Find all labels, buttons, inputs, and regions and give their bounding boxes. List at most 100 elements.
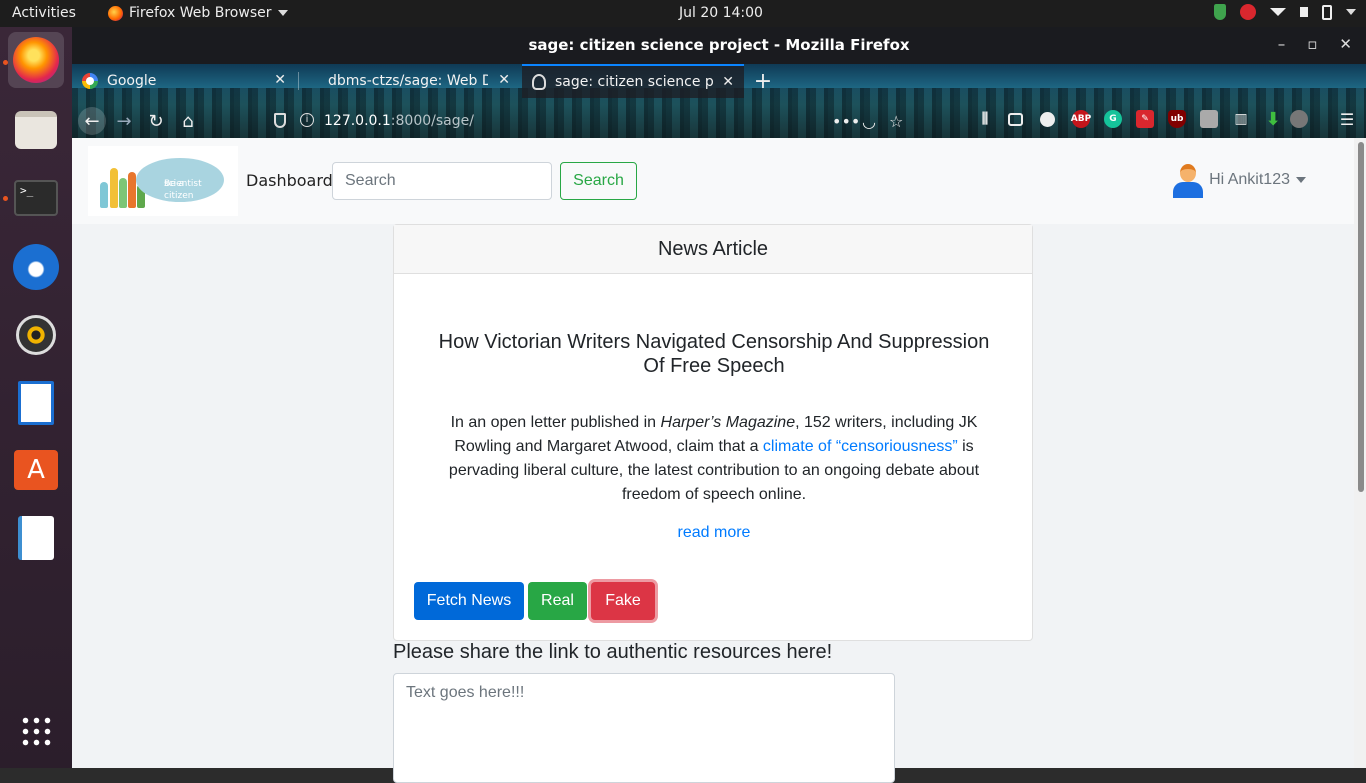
avatar [1171, 162, 1204, 198]
browser-toolbar: Google ✕ dbms-ctzs/sage: Web De ✕ sage: … [72, 64, 1366, 138]
app-menu[interactable]: Firefox Web Browser [108, 5, 288, 21]
bookmark-star-icon[interactable]: ☆ [889, 112, 903, 131]
chevron-down-icon[interactable] [1346, 9, 1356, 15]
maximize-icon[interactable]: ▫ [1307, 35, 1317, 53]
hand-shape [119, 178, 127, 208]
dock-terminal[interactable]: >_ [8, 170, 64, 226]
dock-text-editor[interactable] [8, 510, 64, 566]
scrollbar-thumb[interactable] [1358, 142, 1364, 492]
activities-button[interactable]: Activities [12, 5, 76, 21]
fetch-news-button[interactable]: Fetch News [414, 582, 524, 620]
user-menu[interactable]: Hi Ankit123 [1171, 162, 1306, 198]
show-applications[interactable] [8, 703, 64, 759]
logo-text-line2: scientist [164, 179, 202, 189]
dock-thunderbird[interactable] [8, 239, 64, 295]
tab-google[interactable]: Google ✕ [72, 64, 296, 98]
chevron-down-icon [1296, 177, 1306, 183]
window-title: sage: citizen science project - Mozilla … [528, 36, 910, 54]
battery-icon[interactable] [1322, 4, 1332, 20]
chevron-down-icon [277, 10, 288, 16]
body-italic-text: Harper’s Magazine [660, 414, 796, 431]
title-bar[interactable]: sage: citizen science project - Mozilla … [72, 27, 1366, 64]
page-actions-icon[interactable]: ••• [832, 112, 860, 131]
tab-label: Google [107, 73, 157, 89]
resource-link-textarea[interactable] [393, 673, 895, 783]
page-viewport: Be a citizenscientist Dashboard Search H… [72, 138, 1366, 783]
url-host: 127.0.0.1 [324, 113, 391, 129]
tab-sage[interactable]: sage: citizen science proj ✕ [522, 64, 744, 98]
fake-button[interactable]: Fake [591, 582, 655, 620]
thunderbird-icon [13, 244, 59, 290]
library-icon[interactable]: ⫼ [976, 110, 994, 128]
user-greeting: Hi Ankit123 [1209, 171, 1290, 188]
search-input[interactable] [332, 162, 552, 200]
volume-icon[interactable] [1300, 7, 1308, 17]
firefox-window: sage: citizen science project - Mozilla … [72, 27, 1366, 783]
search-button[interactable]: Search [560, 162, 637, 200]
close-icon[interactable]: ✕ [1339, 35, 1352, 53]
real-button[interactable]: Real [528, 582, 587, 620]
ublock-icon[interactable]: ub [1168, 110, 1186, 128]
body-text: In an open letter published in [450, 414, 661, 431]
url-path: :8000/sage/ [390, 113, 474, 129]
close-tab-icon[interactable]: ✕ [722, 74, 734, 90]
screenshot-icon[interactable] [1200, 110, 1218, 128]
dock-files[interactable] [8, 102, 64, 158]
tab-label: dbms-ctzs/sage: Web De [328, 73, 488, 89]
adblock-icon[interactable]: ABP [1071, 110, 1091, 128]
article-body: In an open letter published in Harper’s … [444, 411, 984, 507]
url-text[interactable]: 127.0.0.1:8000/sage/ [324, 113, 474, 129]
files-icon [15, 111, 57, 149]
read-more-link[interactable]: read more [394, 524, 1034, 542]
site-navbar: Be a citizenscientist Dashboard Search H… [72, 138, 1354, 224]
clock[interactable]: Jul 20 14:00 [679, 5, 763, 21]
mega-icon[interactable] [1240, 4, 1256, 20]
avatar-body [1173, 182, 1204, 198]
minimize-icon[interactable]: – [1278, 35, 1286, 53]
nav-dashboard-link[interactable]: Dashboard [246, 171, 333, 190]
news-article-card: News Article How Victorian Writers Navig… [393, 224, 1033, 641]
reload-icon[interactable]: ↻ [142, 107, 170, 135]
lightbulb-icon [532, 74, 546, 90]
wifi-icon[interactable] [1270, 8, 1286, 16]
logo-badge: Be a citizen scientist [136, 158, 224, 202]
app-grid-icon [20, 715, 52, 747]
back-icon[interactable]: ← [78, 107, 106, 135]
system-tray[interactable] [1214, 4, 1356, 20]
url-bar[interactable]: i 127.0.0.1:8000/sage/ [258, 105, 898, 137]
system-top-bar: Activities Firefox Web Browser Jul 20 14… [0, 0, 1366, 27]
grammarly-icon[interactable]: G [1104, 110, 1122, 128]
writer-icon [18, 381, 54, 425]
software-center-icon: A [14, 450, 58, 490]
sidebar-icon[interactable] [1008, 113, 1023, 126]
dock-libreoffice-writer[interactable] [8, 375, 64, 431]
account-icon[interactable] [1040, 112, 1055, 127]
hand-shape [110, 168, 118, 208]
close-tab-icon[interactable]: ✕ [274, 72, 286, 88]
new-tab-icon[interactable]: + [749, 67, 777, 95]
dock-software[interactable]: A [8, 442, 64, 498]
menu-icon[interactable]: ☰ [1338, 110, 1356, 129]
dock-firefox[interactable] [8, 32, 64, 88]
avatar-head [1180, 164, 1197, 182]
article-inline-link[interactable]: climate of “censoriousness” [763, 438, 958, 455]
tracking-protection-icon[interactable] [274, 113, 286, 128]
pocket-icon[interactable]: ◡ [862, 112, 876, 131]
extension-icon[interactable] [1290, 110, 1308, 128]
hand-shape [128, 172, 136, 208]
rhythmbox-icon [16, 315, 56, 355]
site-logo[interactable]: Be a citizen scientist [88, 146, 238, 216]
text-editor-icon [18, 516, 54, 560]
bars-icon[interactable]: ▥ [1232, 110, 1250, 128]
shield-icon[interactable] [1214, 4, 1226, 20]
forward-icon[interactable]: → [110, 107, 138, 135]
page-scrollbar[interactable] [1354, 138, 1366, 768]
site-info-icon[interactable]: i [300, 113, 314, 127]
download-icon[interactable]: ⬇ [1264, 109, 1282, 130]
tab-github[interactable]: dbms-ctzs/sage: Web De ✕ [298, 64, 520, 98]
colorpicker-icon[interactable]: ✎ [1136, 110, 1154, 128]
dock-rhythmbox[interactable] [8, 307, 64, 363]
share-label: Please share the link to authentic resou… [393, 641, 833, 663]
close-tab-icon[interactable]: ✕ [498, 72, 510, 88]
home-icon[interactable]: ⌂ [174, 107, 202, 135]
